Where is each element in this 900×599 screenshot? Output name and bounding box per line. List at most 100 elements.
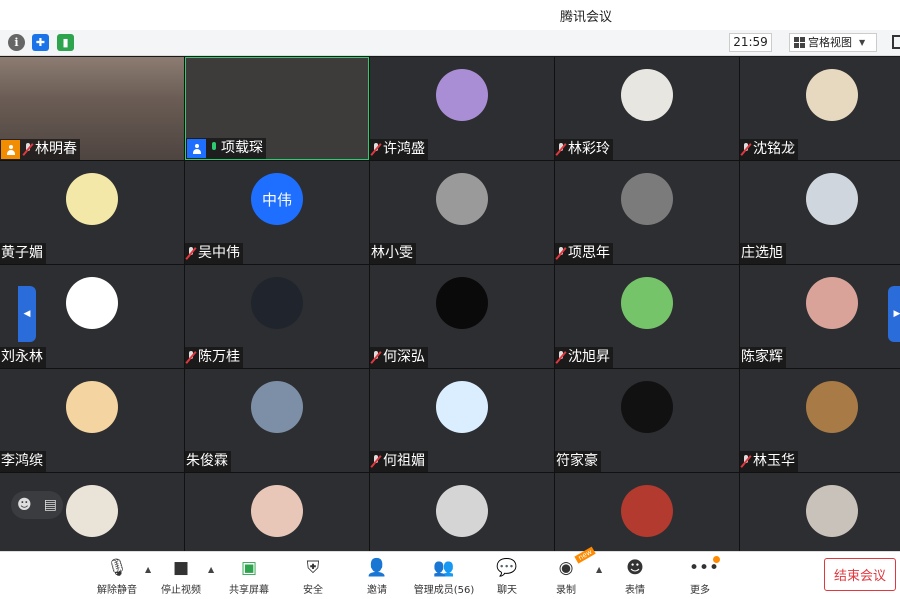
- avatar: [806, 277, 858, 329]
- participant-nameplate: 何祖媚: [370, 451, 428, 472]
- more-dots-icon: •••: [689, 558, 720, 578]
- participant-name: 许鸿盛: [383, 141, 425, 157]
- info-icon[interactable]: i: [8, 34, 25, 51]
- participant-tile[interactable]: 符家豪: [555, 369, 739, 472]
- mic-muted-icon: [186, 351, 196, 364]
- signal-icon[interactable]: ▮: [57, 34, 74, 51]
- participant-tile[interactable]: 许鸿盛: [370, 57, 554, 160]
- participant-nameplate: 沈铭龙: [740, 139, 798, 160]
- participant-tile[interactable]: 朱俊霖: [185, 369, 369, 472]
- avatar: 中伟: [251, 173, 303, 225]
- participant-tile[interactable]: 沈铭龙: [740, 57, 900, 160]
- participant-tile[interactable]: 沈旭昇: [555, 265, 739, 368]
- participant-name: 林玉华: [753, 453, 795, 469]
- fullscreen-icon[interactable]: [892, 35, 900, 49]
- mic-muted-icon: [741, 143, 751, 156]
- participant-nameplate: 项载琛: [186, 138, 266, 159]
- avatar: [621, 381, 673, 433]
- share-screen-button[interactable]: ▣ 共享屏幕: [222, 557, 276, 596]
- participant-tile[interactable]: 中伟吴中伟: [185, 161, 369, 264]
- grid-view-icon: [794, 37, 805, 48]
- record-button[interactable]: ◉ 录制: [539, 557, 593, 596]
- members-icon: 👥: [433, 558, 455, 578]
- participant-nameplate: 沈旭昇: [555, 347, 613, 368]
- chat-button[interactable]: 💬 聊天: [480, 557, 534, 596]
- prev-page-button[interactable]: ◀: [18, 286, 36, 342]
- participant-tile[interactable]: 庄选旭: [740, 161, 900, 264]
- participant-nameplate: 刘永林: [0, 347, 46, 368]
- participant-tile[interactable]: 林明春: [0, 57, 184, 160]
- mic-muted-icon: [371, 455, 381, 468]
- mic-on-icon: [209, 142, 219, 155]
- participant-name: 项思年: [568, 245, 610, 261]
- participant-tile[interactable]: 项载琛: [185, 57, 369, 160]
- participant-name: 陈家辉: [741, 349, 783, 365]
- participant-name: 林小雯: [371, 245, 413, 261]
- audio-options-caret-icon[interactable]: ▲: [145, 565, 151, 574]
- participant-tile[interactable]: 项思年: [555, 161, 739, 264]
- view-mode-select[interactable]: 宫格视图 ▼: [789, 33, 877, 52]
- participant-name: 庄选旭: [741, 245, 783, 261]
- reactions-button[interactable]: ☻ 表情: [608, 557, 662, 596]
- record-icon: ◉: [558, 558, 574, 578]
- participant-nameplate: 庄选旭: [740, 243, 786, 264]
- invite-button[interactable]: 👤 邀请: [350, 557, 404, 596]
- participant-nameplate: 林小雯: [370, 243, 416, 264]
- mic-muted-icon: [556, 247, 566, 260]
- participant-tile[interactable]: 黄子媚: [0, 161, 184, 264]
- security-button[interactable]: ⛨ 安全: [286, 557, 340, 596]
- participant-name: 刘永林: [1, 349, 43, 365]
- floating-tools[interactable]: ☻ ▤: [11, 491, 63, 519]
- stop-video-button[interactable]: ■ 停止视频: [154, 557, 208, 596]
- participant-name: 陈万桂: [198, 349, 240, 365]
- emoji-icon[interactable]: ☻: [17, 497, 32, 513]
- participant-tile[interactable]: 林彩玲: [555, 57, 739, 160]
- participant-tile[interactable]: 何祖媚: [370, 369, 554, 472]
- participant-nameplate: 项思年: [555, 243, 613, 264]
- participant-tile[interactable]: 林小雯: [370, 161, 554, 264]
- participant-tile[interactable]: 何深弘: [370, 265, 554, 368]
- chevron-down-icon: ▼: [859, 38, 866, 47]
- participant-tile[interactable]: 李鸿缤: [0, 369, 184, 472]
- avatar: [806, 173, 858, 225]
- avatar: [436, 381, 488, 433]
- avatar: [621, 69, 673, 121]
- avatar: [66, 173, 118, 225]
- participant-name: 李鸿缤: [1, 453, 43, 469]
- shield-icon[interactable]: ✚: [32, 34, 49, 51]
- avatar: [621, 173, 673, 225]
- participant-name: 吴中伟: [198, 245, 240, 261]
- avatar: [251, 277, 303, 329]
- manage-members-button[interactable]: 👥 管理成员(56): [414, 557, 475, 596]
- participant-name: 沈铭龙: [753, 141, 795, 157]
- video-options-caret-icon[interactable]: ▲: [208, 565, 214, 574]
- participant-tile[interactable]: 陈万桂: [185, 265, 369, 368]
- mic-muted-icon: [556, 351, 566, 364]
- host-person-icon: [1, 140, 20, 159]
- avatar: [66, 381, 118, 433]
- record-options-caret-icon[interactable]: ▲: [596, 565, 602, 574]
- participant-name: 符家豪: [556, 453, 598, 469]
- end-meeting-button[interactable]: 结束会议: [824, 558, 896, 591]
- participant-name: 何深弘: [383, 349, 425, 365]
- avatar: [806, 69, 858, 121]
- next-page-button[interactable]: ▶: [888, 286, 900, 342]
- participant-nameplate: 符家豪: [555, 451, 601, 472]
- unmute-button[interactable]: 🎙 解除静音: [90, 557, 144, 596]
- participant-nameplate: 许鸿盛: [370, 139, 428, 160]
- mic-muted-icon: [371, 143, 381, 156]
- mic-muted-icon: [556, 143, 566, 156]
- participant-nameplate: 李鸿缤: [0, 451, 46, 472]
- participant-nameplate: 朱俊霖: [185, 451, 231, 472]
- window-title: 腾讯会议: [560, 10, 613, 25]
- mic-muted-icon: [186, 247, 196, 260]
- participant-tile[interactable]: 陈家辉: [740, 265, 900, 368]
- avatar: [251, 485, 303, 537]
- avatar: [436, 485, 488, 537]
- participant-name: 项载琛: [221, 140, 263, 156]
- more-button[interactable]: ••• 更多: [673, 557, 727, 596]
- top-toolbar: i ✚ ▮ 21:59 宫格视图 ▼: [0, 30, 900, 56]
- participant-tile[interactable]: 林玉华: [740, 369, 900, 472]
- emoji-icon: ☻: [626, 558, 644, 578]
- comment-icon[interactable]: ▤: [44, 497, 57, 513]
